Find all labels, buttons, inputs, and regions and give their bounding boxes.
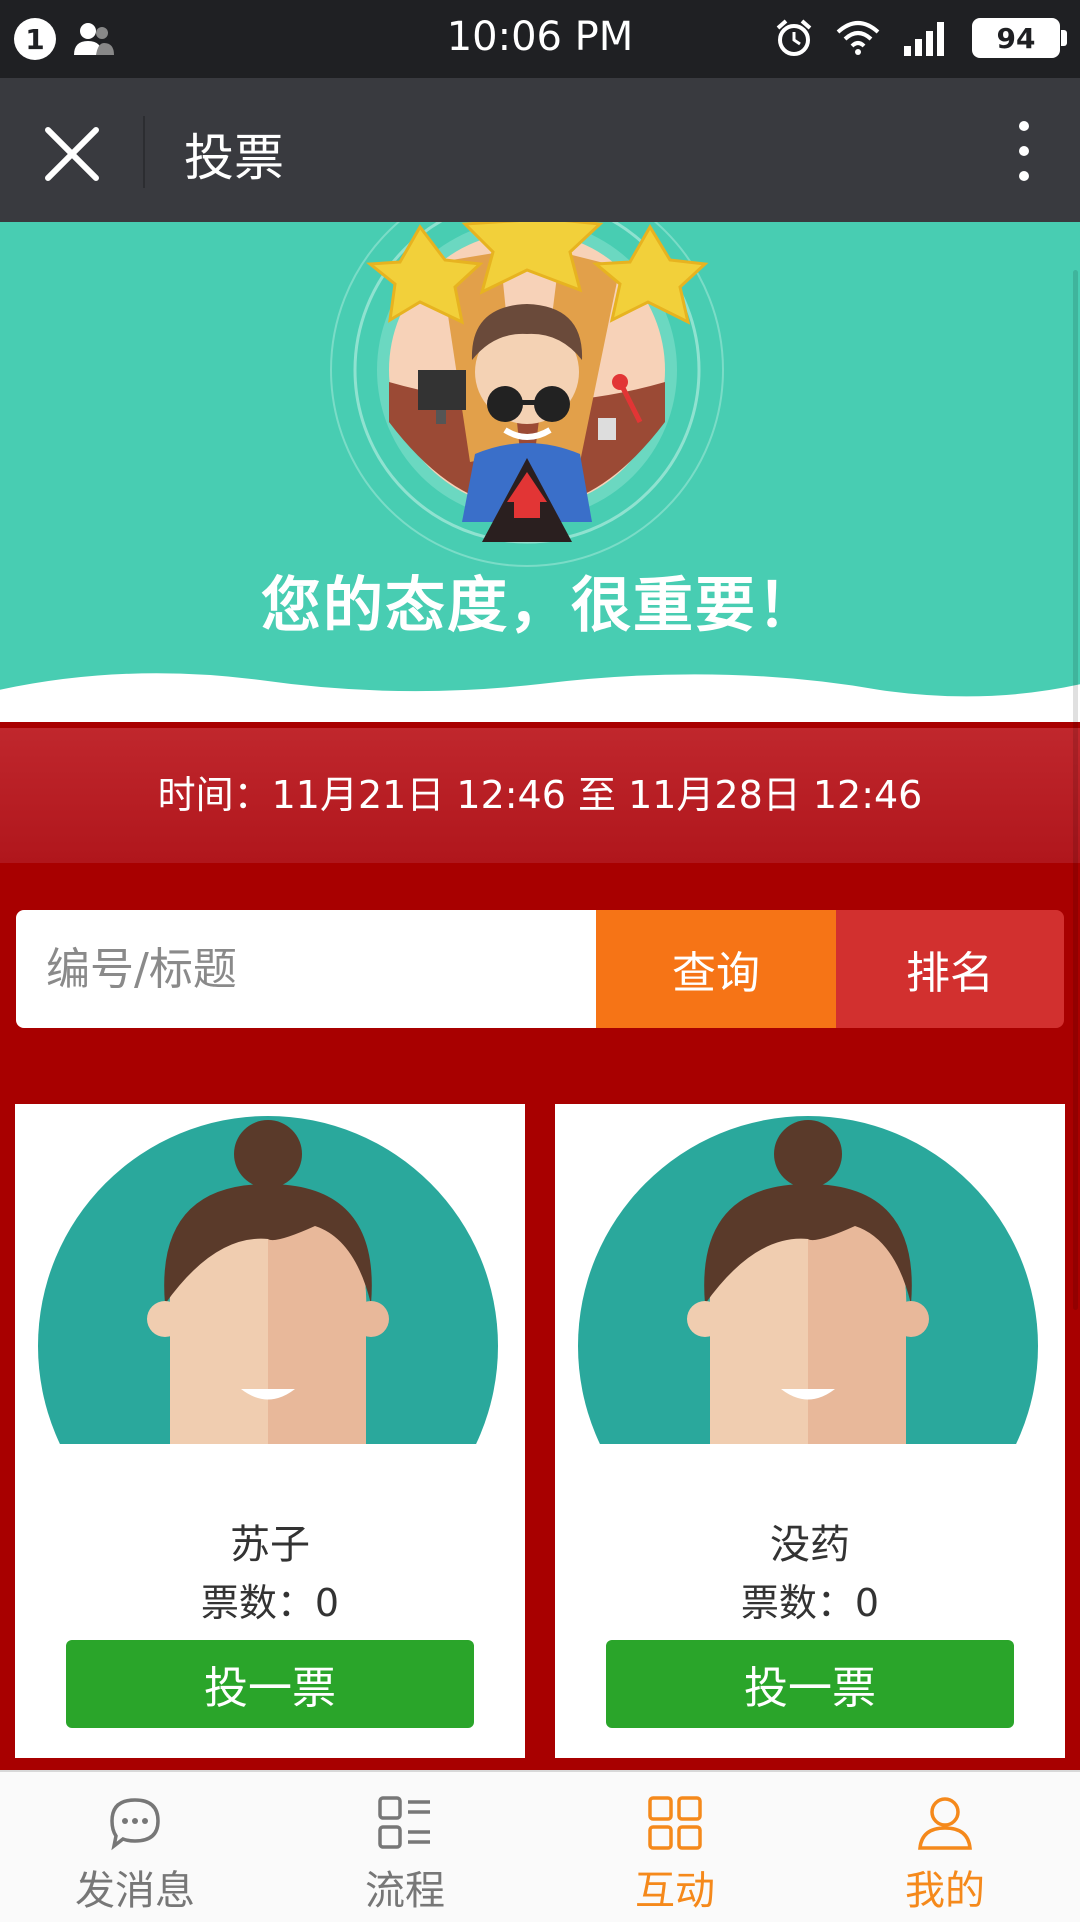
bottom-tab-bar: 发消息 流程 互动 我的 <box>0 1770 1080 1922</box>
candidate-card: 没药 票数：0 投一票 <box>555 1104 1065 1758</box>
page-title: 投票 <box>184 129 284 187</box>
user-icon <box>918 1797 972 1850</box>
grid-icon <box>648 1796 702 1850</box>
tab-label: 互动 <box>635 1868 715 1914</box>
list-icon <box>378 1796 430 1849</box>
tab-interact[interactable]: 互动 <box>540 1772 810 1922</box>
battery-icon: 94 <box>972 18 1067 58</box>
query-button[interactable]: 查询 <box>596 910 836 1028</box>
search-input[interactable] <box>16 910 596 1028</box>
candidate-name: 苏子 <box>230 1522 310 1568</box>
scrollbar[interactable] <box>1073 270 1078 1310</box>
banner-title: 您的态度，很重要！ <box>261 571 819 641</box>
close-icon[interactable] <box>40 122 104 186</box>
status-bar: 1 10:06 PM 94 <box>0 0 1080 78</box>
candidate-avatar <box>15 1104 525 1444</box>
tab-send-message[interactable]: 发消息 <box>0 1772 270 1922</box>
tab-mine[interactable]: 我的 <box>810 1772 1080 1922</box>
mascot-illustration <box>0 222 1080 722</box>
chat-icon <box>110 1798 160 1851</box>
signal-icon <box>904 22 944 56</box>
candidate-name: 没药 <box>770 1522 850 1568</box>
nav-divider <box>143 116 145 188</box>
tab-process[interactable]: 流程 <box>270 1772 540 1922</box>
more-icon[interactable] <box>1004 116 1044 186</box>
tab-label: 我的 <box>905 1868 985 1914</box>
banner: 您的态度，很重要！ <box>0 222 1080 722</box>
alarm-icon <box>776 19 812 56</box>
tab-label: 发消息 <box>75 1868 195 1914</box>
candidate-avatar <box>555 1104 1065 1444</box>
vote-count: 票数：0 <box>200 1581 340 1625</box>
rank-button[interactable]: 排名 <box>836 910 1064 1028</box>
tab-label: 流程 <box>365 1868 445 1914</box>
top-nav-bar: 投票 <box>0 78 1080 222</box>
candidate-card: 苏子 票数：0 投一票 <box>15 1104 525 1758</box>
search-bar: 查询 排名 <box>16 910 1064 1028</box>
vote-count: 票数：0 <box>740 1581 880 1625</box>
vote-button[interactable]: 投一票 <box>66 1640 474 1728</box>
vote-period: 时间：11月21日 12:46 至 11月28日 12:46 <box>0 728 1080 863</box>
wifi-icon <box>836 21 880 55</box>
vote-button[interactable]: 投一票 <box>606 1640 1014 1728</box>
